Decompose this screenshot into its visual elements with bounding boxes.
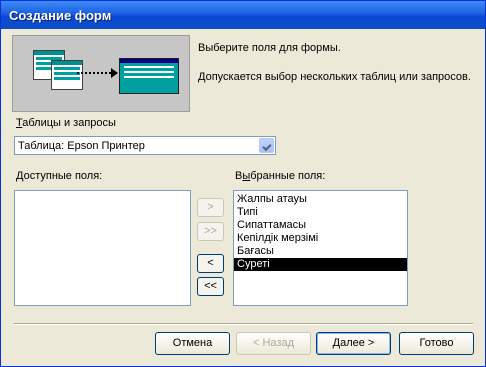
cancel-button[interactable]: Отмена [155,332,230,355]
selected-field-item[interactable]: Жалпы атауы [234,193,407,206]
form-graphic [119,58,179,94]
available-label: Доступные поля: [16,170,102,182]
selected-label-text: бранные поля: [250,170,326,182]
next-button-accel: Д [332,337,341,349]
separator [14,323,473,325]
window-title: Создание форм [9,8,112,23]
selected-field-item[interactable]: Сипаттамасы [234,219,407,232]
next-button[interactable]: Далее > [316,332,391,355]
arrow-icon [111,68,118,78]
source-label: Таблицы и запросы [16,117,116,129]
back-button[interactable]: < Назад [236,332,311,355]
source-combobox-value: Таблица: Epson Принтер [18,140,145,152]
available-label-accel: Д [16,170,24,182]
form-wizard-window: Создание форм Выберите поля для формы. Д… [0,0,486,367]
selected-field-item[interactable]: Типі [234,206,407,219]
selected-label: Выбранные поля: [235,170,325,182]
source-label-text: аблицы и запросы [22,117,116,129]
arrow-line [77,72,115,76]
add-field-button[interactable]: > [197,198,224,217]
next-button-text: алее > [340,337,375,349]
remove-field-button[interactable]: < [197,254,224,273]
add-all-fields-button[interactable]: >> [197,222,224,241]
finish-button[interactable]: Готово [399,332,474,355]
title-bar[interactable]: Создание форм [1,1,485,29]
selected-field-item[interactable]: Бағасы [234,245,407,258]
source-combobox[interactable]: Таблица: Epson Принтер [14,136,276,155]
available-label-text: оступные поля: [23,170,103,182]
wizard-illustration [12,35,190,112]
selected-fields-list[interactable]: Жалпы атауы Типі Сипаттамасы Кепілдік мерзі… [233,190,408,306]
selected-field-item[interactable]: Суреті [234,258,407,271]
available-fields-list[interactable] [14,190,191,306]
remove-all-fields-button[interactable]: << [197,277,224,296]
chevron-down-icon[interactable] [259,138,274,153]
selected-field-item[interactable]: Кепілдік мерзімі [234,232,407,245]
intro-text-1: Выберите поля для формы. [198,42,341,54]
intro-text-2: Допускается выбор нескольких таблиц или … [198,71,471,83]
